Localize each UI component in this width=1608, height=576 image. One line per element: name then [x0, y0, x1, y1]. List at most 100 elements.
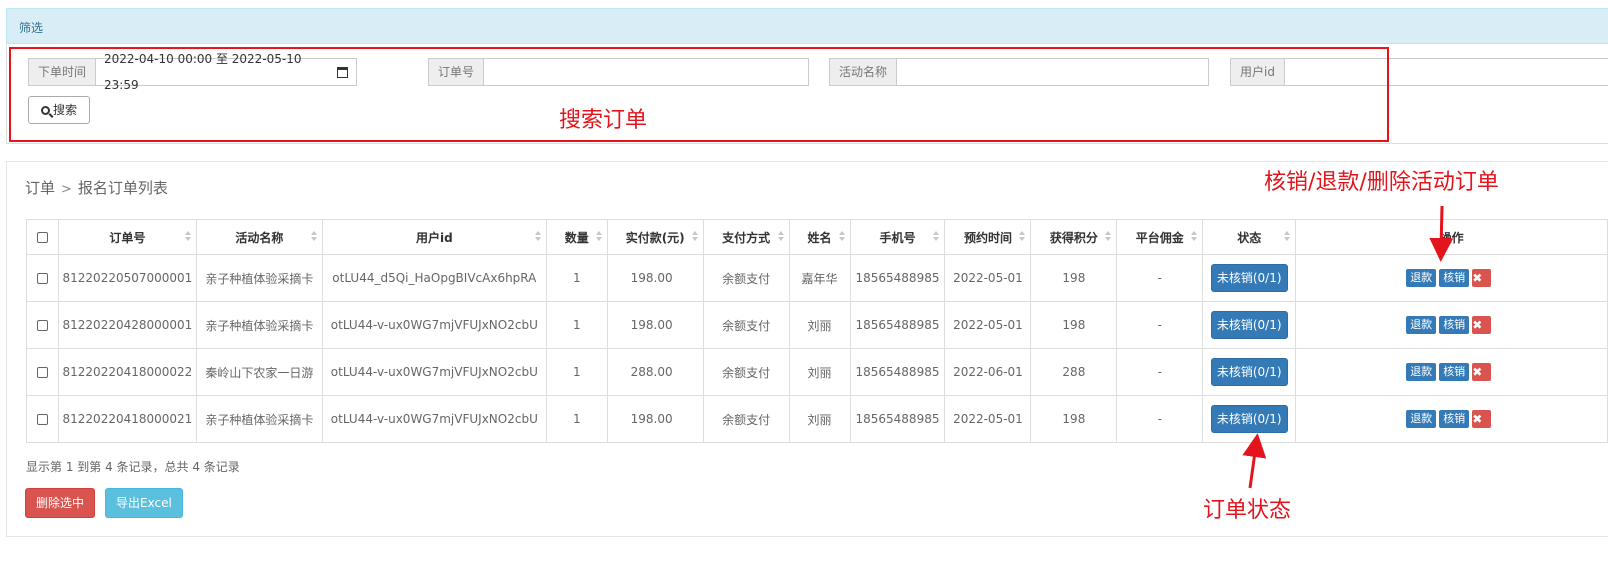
verify-button[interactable]: 核销 — [1439, 410, 1470, 428]
sort-icon — [777, 231, 784, 243]
th-user-id[interactable]: 用户id — [321, 219, 547, 255]
sort-icon — [310, 231, 317, 243]
cell-paid: 198.00 — [606, 254, 704, 302]
cell-points: 288 — [1030, 348, 1118, 396]
breadcrumb: 订单 > 报名订单列表 — [25, 177, 168, 198]
row-checkbox[interactable] — [36, 320, 48, 331]
export-excel-button[interactable]: 导出Excel — [105, 488, 183, 518]
refund-button[interactable]: 退款 — [1406, 410, 1437, 428]
delete-button[interactable]: ✖ — [1472, 410, 1492, 428]
row-checkbox[interactable] — [36, 273, 48, 284]
cell-points: 198 — [1030, 395, 1118, 443]
cell-pay-method: 余额支付 — [702, 395, 790, 443]
cell-status: 未核销(0/1) — [1202, 395, 1297, 443]
cell-qty: 1 — [545, 395, 608, 443]
th-activity[interactable]: 活动名称 — [195, 219, 323, 255]
annotation-order-status: 订单状态 — [1203, 498, 1292, 523]
cell-paid: 288.00 — [606, 348, 704, 396]
table-row: 81220220418000022 秦岭山下农家一日游 otLU44-v-ux0WG… — [26, 348, 1608, 396]
table-header-row: 订单号 活动名称 用户id 数量 实付款(元) 支付方式 姓名 手机号 预约时间… — [26, 219, 1608, 255]
cell-order-no: 81220220507000001 — [57, 254, 197, 302]
cell-actions: 退款 核销 ✖ — [1295, 348, 1608, 396]
cell-name: 刘丽 — [788, 395, 851, 443]
sort-icon — [534, 231, 541, 243]
refund-button[interactable]: 退款 — [1406, 269, 1437, 287]
delete-button[interactable]: ✖ — [1472, 363, 1492, 381]
annotation-actions: 核销/退款/删除活动订单 — [1264, 170, 1499, 195]
refund-button[interactable]: 退款 — [1406, 316, 1437, 334]
row-checkbox[interactable] — [36, 367, 48, 378]
cell-order-no: 81220220428000001 — [57, 301, 197, 349]
cell-phone: 18565488985 — [849, 395, 946, 443]
cell-actions: 退款 核销 ✖ — [1295, 254, 1608, 302]
cell-pay-method: 余额支付 — [702, 254, 790, 302]
cell-points: 198 — [1030, 254, 1118, 302]
th-paid[interactable]: 实付款(元) — [606, 219, 704, 255]
cell-name: 刘丽 — [788, 348, 851, 396]
sort-icon — [184, 231, 191, 243]
table-row: 81220220507000001 亲子种植体验采摘卡 otLU44_d5Qi_Ha… — [26, 254, 1608, 302]
cell-commission: - — [1116, 348, 1204, 396]
cell-qty: 1 — [545, 348, 608, 396]
cell-commission: - — [1116, 254, 1204, 302]
row-select-cell — [26, 395, 59, 443]
cell-activity: 亲子种植体验采摘卡 — [195, 301, 323, 349]
th-points[interactable]: 获得积分 — [1030, 219, 1118, 255]
filter-panel-header: 筛选 — [6, 8, 1608, 44]
cell-activity: 秦岭山下农家一日游 — [195, 348, 323, 396]
table-row: 81220220428000001 亲子种植体验采摘卡 otLU44-v-ux0WG… — [26, 301, 1608, 349]
close-icon: ✖ — [1472, 271, 1483, 285]
th-commission[interactable]: 平台佣金 — [1116, 219, 1204, 255]
close-icon: ✖ — [1472, 412, 1483, 426]
delete-button[interactable]: ✖ — [1472, 269, 1492, 287]
sort-icon — [1284, 231, 1291, 243]
verify-button[interactable]: 核销 — [1439, 269, 1470, 287]
cell-qty: 1 — [545, 254, 608, 302]
th-qty[interactable]: 数量 — [545, 219, 608, 255]
sort-icon — [1105, 231, 1112, 243]
verify-button[interactable]: 核销 — [1439, 316, 1470, 334]
annotation-box-search — [9, 47, 1389, 142]
close-icon: ✖ — [1472, 318, 1483, 332]
verify-button[interactable]: 核销 — [1439, 363, 1470, 381]
status-button[interactable]: 未核销(0/1) — [1210, 264, 1288, 292]
row-select-cell — [26, 301, 59, 349]
cell-phone: 18565488985 — [849, 301, 946, 349]
cell-user-id: otLU44-v-ux0WG7mjVFUJxNO2cbU — [321, 395, 547, 443]
th-order-no[interactable]: 订单号 — [57, 219, 197, 255]
cell-name: 刘丽 — [788, 301, 851, 349]
breadcrumb-separator: > — [61, 182, 72, 197]
cell-user-id: otLU44-v-ux0WG7mjVFUJxNO2cbU — [321, 301, 547, 349]
cell-status: 未核销(0/1) — [1202, 254, 1297, 302]
sort-icon — [595, 231, 602, 243]
th-status[interactable]: 状态 — [1202, 219, 1297, 255]
sort-icon — [1191, 231, 1198, 243]
table-row: 81220220418000021 亲子种植体验采摘卡 otLU44-v-ux0WG… — [26, 395, 1608, 443]
cell-pay-method: 余额支付 — [702, 348, 790, 396]
refund-button[interactable]: 退款 — [1406, 363, 1437, 381]
status-button[interactable]: 未核销(0/1) — [1210, 358, 1288, 386]
th-actions: 操作 — [1295, 219, 1608, 255]
select-all-cell — [26, 219, 59, 255]
cell-user-id: otLU44_d5Qi_HaOpgBIVcAx6hpRA — [321, 254, 547, 302]
sort-icon — [838, 231, 845, 243]
breadcrumb-current: 报名订单列表 — [77, 179, 168, 197]
th-reserve-date[interactable]: 预约时间 — [944, 219, 1032, 255]
row-checkbox[interactable] — [36, 414, 48, 425]
cell-actions: 退款 核销 ✖ — [1295, 301, 1608, 349]
select-all-checkbox[interactable] — [36, 232, 48, 243]
row-select-cell — [26, 348, 59, 396]
breadcrumb-root[interactable]: 订单 — [25, 179, 55, 197]
th-name[interactable]: 姓名 — [788, 219, 851, 255]
status-button[interactable]: 未核销(0/1) — [1210, 405, 1288, 433]
th-pay-method[interactable]: 支付方式 — [702, 219, 790, 255]
cell-name: 嘉年华 — [788, 254, 851, 302]
cell-commission: - — [1116, 395, 1204, 443]
status-button[interactable]: 未核销(0/1) — [1210, 311, 1288, 339]
th-phone[interactable]: 手机号 — [849, 219, 946, 255]
delete-selected-button[interactable]: 删除选中 — [25, 488, 96, 518]
cell-reserve-date: 2022-05-01 — [944, 395, 1032, 443]
cell-activity: 亲子种植体验采摘卡 — [195, 254, 323, 302]
delete-button[interactable]: ✖ — [1472, 316, 1492, 334]
cell-qty: 1 — [545, 301, 608, 349]
